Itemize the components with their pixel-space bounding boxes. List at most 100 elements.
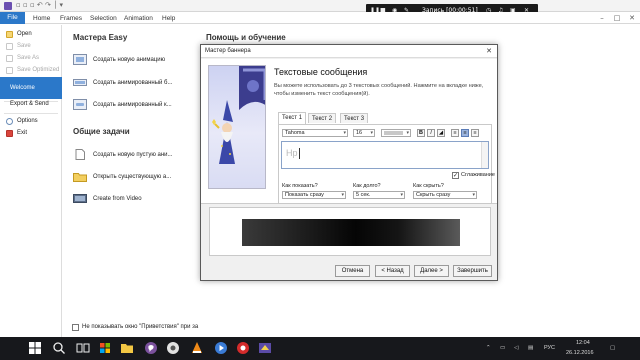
minimize-icon[interactable]: – (595, 12, 609, 24)
show-select[interactable]: Показать сразу ▾ (282, 191, 346, 199)
sidebar-item-save-as[interactable]: Save As (0, 53, 62, 64)
hide-select[interactable]: Скрыть сразу ▾ (413, 191, 477, 199)
show-value: Показать сразу (285, 192, 324, 198)
chevron-down-icon: ▾ (341, 192, 344, 198)
input-language[interactable]: РУС (544, 345, 555, 351)
message-text-field[interactable]: Hp (281, 141, 489, 169)
checkmark-icon[interactable]: ✓ (452, 172, 459, 179)
preview-image (242, 219, 460, 246)
sidebar-divider (4, 113, 58, 114)
tab-animation[interactable]: Animation (124, 13, 153, 24)
windows-start-icon[interactable] (28, 341, 42, 355)
fill-icon[interactable]: ◢ (437, 129, 445, 137)
task-animated-button[interactable]: Создать анимированный к... (73, 97, 183, 113)
checkbox-box[interactable] (72, 324, 79, 331)
search-icon[interactable] (52, 341, 66, 355)
vlc-icon[interactable] (190, 341, 204, 355)
dialog-title: Мастер баннера (205, 48, 251, 54)
banner-preview (209, 207, 491, 256)
exit-icon (6, 130, 13, 137)
browser-icon[interactable] (166, 341, 180, 355)
banner-wizard-dialog: Мастер баннера ✕ Текстовые сообщения Вы … (200, 44, 498, 281)
finish-button[interactable]: Завершить (453, 265, 492, 277)
sidebar-item-welcome[interactable]: Welcome (0, 77, 62, 99)
clock-date[interactable]: 26.12.2016 (566, 350, 594, 356)
sidebar-item-exit[interactable]: Exit (0, 128, 62, 139)
sidebar-item-open[interactable]: Open (0, 29, 62, 40)
clock-time[interactable]: 12:04 (576, 340, 590, 346)
general-tasks-title: Общие задачи (73, 127, 130, 136)
align-center-icon[interactable]: ≡ (461, 129, 469, 137)
keyboard-icon[interactable]: ▤ (528, 345, 533, 351)
sidebar-item-options[interactable]: Options (0, 116, 62, 127)
dialog-titlebar: Мастер баннера ✕ (201, 45, 497, 58)
text-scrollbar[interactable] (481, 142, 488, 168)
dialog-description: Вы можете использовать до 3 текстовых со… (274, 83, 484, 97)
maximize-icon[interactable]: □ (610, 12, 624, 24)
sidebar-item-save[interactable]: Save (0, 41, 62, 52)
save-icon (6, 43, 13, 50)
save-as-icon (6, 55, 13, 62)
font-select[interactable]: Tahoma ▾ (282, 129, 348, 137)
task-open-existing[interactable]: Открыть существующую а... (73, 169, 183, 185)
duration-select[interactable]: 5 сек. ▾ (353, 191, 405, 199)
next-button[interactable]: Далее > (414, 265, 449, 277)
dont-show-label: Не показывать окно "Приветствия" при за (82, 324, 199, 330)
dialog-close-icon[interactable]: ✕ (484, 45, 494, 58)
task-view-icon[interactable] (76, 341, 90, 355)
chevron-down-icon: ▾ (406, 130, 409, 136)
text-field-content: Hp (286, 148, 298, 158)
dialog-heading: Текстовые сообщения (274, 67, 368, 77)
duration-label: Как долго? (353, 183, 381, 189)
tab-text-1[interactable]: Текст 1 (278, 112, 306, 124)
cancel-button[interactable]: Отмена (335, 265, 370, 277)
chevron-down-icon: ▾ (370, 130, 373, 136)
italic-icon[interactable]: I (427, 129, 435, 137)
color-select[interactable]: ▾ (381, 129, 411, 137)
animation-wizard-icon (73, 54, 87, 65)
task-create-from-video[interactable]: Create from Video (73, 191, 183, 207)
tab-file[interactable]: File (0, 12, 25, 24)
notifications-icon[interactable]: ▢ (610, 345, 615, 351)
tab-help[interactable]: Help (162, 13, 175, 24)
screen-recorder-icon[interactable] (236, 341, 250, 355)
quick-access-toolbar[interactable]: ▫ ▫ ▫ ↶ ↷ │ ▾ (16, 1, 63, 9)
tab-home[interactable]: Home (33, 13, 50, 24)
tab-text-3[interactable]: Текст 3 (340, 113, 368, 123)
sidebar-item-save-optimized[interactable]: Save Optimized (0, 65, 62, 76)
media-player-icon[interactable] (214, 341, 228, 355)
network-icon[interactable]: ▭ (500, 345, 505, 351)
gear-icon (6, 118, 13, 125)
open-folder-icon (73, 173, 87, 182)
dont-show-welcome-checkbox[interactable]: Не показывать окно "Приветствия" при за (72, 324, 199, 331)
sidebar-item-export-send[interactable]: Export & Send (0, 99, 62, 110)
task-new-blank-animation[interactable]: Создать новую пустую ани... (73, 147, 183, 163)
task-new-animation[interactable]: Создать новую анимацию (73, 52, 183, 68)
align-right-icon[interactable]: ≡ (471, 129, 479, 137)
task-label: Создать анимированный б... (93, 80, 173, 86)
bold-icon[interactable]: B (417, 129, 425, 137)
gif-animator-icon[interactable] (258, 341, 272, 355)
file-explorer-icon[interactable] (120, 341, 134, 355)
tab-text-2[interactable]: Текст 2 (308, 113, 336, 123)
windows-store-icon[interactable] (98, 341, 112, 355)
sidebar-item-label: Options (17, 118, 38, 124)
tab-selection[interactable]: Selection (90, 13, 117, 24)
sidebar-item-label: Save As (17, 55, 40, 61)
task-animated-banner[interactable]: Создать анимированный б... (73, 75, 183, 91)
tab-frames[interactable]: Frames (60, 13, 82, 24)
smoothing-checkbox[interactable]: ✓ Сглаживание (452, 172, 495, 179)
align-left-icon[interactable]: ≡ (451, 129, 459, 137)
volume-icon[interactable]: ◁ (514, 345, 518, 351)
help-learning-title: Помощь и обучение (206, 33, 286, 42)
film-icon (73, 194, 87, 203)
back-button[interactable]: < Назад (375, 265, 410, 277)
tray-expand-icon[interactable]: ⌃ (486, 345, 491, 351)
viber-icon[interactable] (144, 341, 158, 355)
easy-wizards-title: Мастера Easy (73, 33, 128, 42)
task-label: Создать анимированный к... (93, 102, 172, 108)
color-swatch (384, 131, 403, 135)
close-icon[interactable]: ✕ (625, 12, 639, 24)
open-folder-icon (6, 31, 13, 38)
size-select[interactable]: 16 ▾ (353, 129, 375, 137)
